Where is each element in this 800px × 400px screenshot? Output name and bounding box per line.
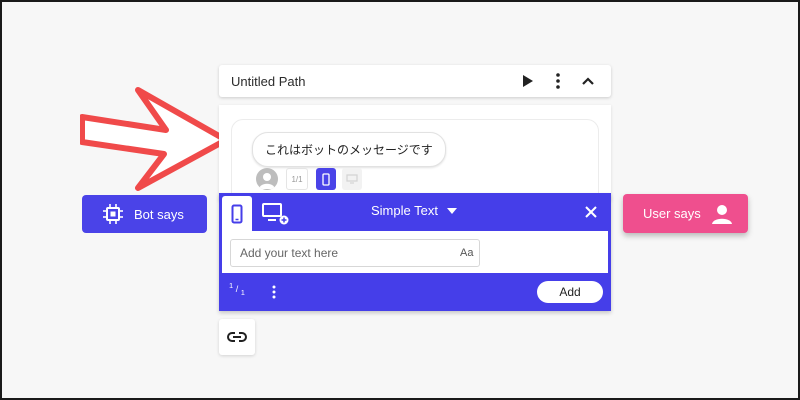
annotation-arrow-icon [80, 87, 229, 191]
person-icon [711, 204, 732, 224]
more-vert-icon [272, 285, 276, 299]
bot-says-label: Bot says [134, 206, 184, 222]
chevron-up-icon[interactable] [577, 70, 599, 92]
play-icon[interactable] [517, 70, 539, 92]
message-text-input[interactable] [230, 239, 480, 267]
close-editor-button[interactable] [581, 202, 601, 222]
path-body: これはボットのメッセージです 1/1 [219, 105, 611, 209]
message-counter: 1/1 [286, 168, 308, 190]
editor-footer: 1 / 1 Add [219, 273, 611, 311]
editor-input-area: Aa [222, 231, 608, 273]
page-current: 1 [229, 281, 234, 290]
more-vert-icon[interactable] [547, 70, 569, 92]
link-button[interactable] [219, 319, 255, 355]
bot-says-button[interactable]: Bot says [82, 195, 207, 233]
editor-more-button[interactable] [267, 283, 281, 301]
canvas: Untitled Path これはボットのメッセージです 1/1 Simple … [0, 0, 800, 400]
tab-mobile[interactable] [222, 196, 252, 231]
message-type-label: Simple Text [371, 203, 438, 218]
phone-icon [231, 204, 243, 223]
close-icon [585, 206, 597, 218]
user-says-button[interactable]: User says [623, 194, 748, 233]
tab-desktop[interactable] [261, 201, 291, 227]
page-counter: 1 / 1 [229, 281, 245, 298]
desktop-preview-toggle[interactable] [342, 168, 362, 190]
message-editor: Simple Text Aa 1 / 1 [219, 193, 611, 311]
page-total: 1 [240, 287, 245, 297]
text-format-button[interactable]: Aa [460, 247, 473, 259]
path-header: Untitled Path [219, 65, 611, 97]
editor-toolbar: Simple Text [219, 193, 611, 231]
chip-icon [103, 204, 123, 224]
mobile-preview-toggle[interactable] [316, 168, 336, 190]
message-type-select[interactable]: Simple Text [371, 203, 457, 218]
add-button[interactable]: Add [537, 281, 603, 303]
phone-icon [322, 172, 330, 186]
user-avatar-icon [259, 173, 275, 189]
desktop-icon [346, 174, 358, 184]
desktop-add-icon [262, 203, 289, 225]
user-says-label: User says [643, 206, 701, 221]
message-meta-row: 1/1 [256, 168, 362, 190]
caret-down-icon [446, 207, 457, 214]
path-title[interactable]: Untitled Path [231, 74, 509, 89]
avatar [256, 168, 278, 190]
bot-message-bubble[interactable]: これはボットのメッセージです [252, 132, 446, 167]
page-slash: / [235, 284, 239, 294]
link-icon [227, 332, 247, 342]
